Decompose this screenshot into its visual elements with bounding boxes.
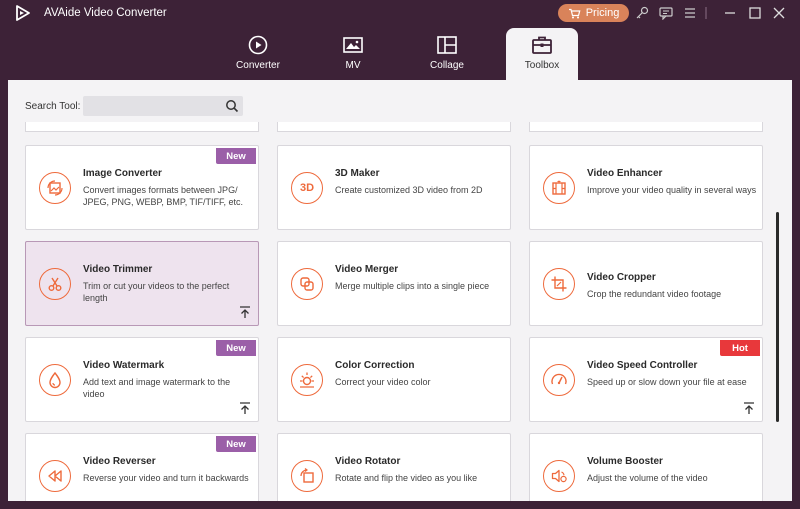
tool-description: Trim or cut your videos to the perfect l… xyxy=(83,281,230,303)
tool-title: Image Converter xyxy=(83,168,162,179)
tool-description: Crop the redundant video footage xyxy=(587,289,722,299)
tool-title: Video Speed Controller xyxy=(587,360,698,371)
tool-title: Video Merger xyxy=(335,264,399,275)
pin-to-top-icon[interactable] xyxy=(239,402,251,415)
rewind-icon xyxy=(39,459,71,492)
new-badge: New xyxy=(216,340,256,356)
crop-icon xyxy=(543,267,575,300)
search-input[interactable] xyxy=(83,96,243,116)
scrollbar[interactable] xyxy=(776,212,779,422)
tool-card-video-merger[interactable]: Video Merger Merge multiple clips into a… xyxy=(277,241,511,326)
tool-card-video-trimmer[interactable]: Video Trimmer Trim or cut your videos to… xyxy=(25,241,259,326)
tool-description: Improve your video quality in several wa… xyxy=(587,185,757,195)
tab-collage-label: Collage xyxy=(430,60,464,71)
tool-card-video-enhancer[interactable]: Video Enhancer Improve your video qualit… xyxy=(529,145,763,230)
close-icon[interactable] xyxy=(771,5,787,21)
pricing-button[interactable]: Pricing xyxy=(558,4,629,22)
tool-card-video-watermark[interactable]: Video Watermark Add text and image water… xyxy=(25,337,259,422)
tab-toolbox[interactable]: Toolbox xyxy=(506,28,578,80)
collage-icon xyxy=(437,36,457,54)
tool-title: Video Trimmer xyxy=(83,264,153,275)
toolbox-icon xyxy=(532,36,552,54)
tool-card-video-speed-controller[interactable]: Video Speed Controller Speed up or slow … xyxy=(529,337,763,422)
menu-icon[interactable] xyxy=(682,5,698,21)
cart-icon xyxy=(568,8,581,18)
partial-card xyxy=(25,122,259,132)
tool-card-video-cropper[interactable]: Video Cropper Crop the redundant video f… xyxy=(529,241,763,326)
tool-description: Add text and image watermark to the vide… xyxy=(83,377,231,399)
tool-description: Correct your video color xyxy=(335,377,431,387)
key-icon[interactable] xyxy=(634,5,650,21)
tab-collage[interactable]: Collage xyxy=(411,28,483,80)
tool-description: Reverse your video and turn it backwards xyxy=(83,473,249,483)
tool-description: Speed up or slow down your file at ease xyxy=(587,377,747,387)
tool-description: Rotate and flip the video as you like xyxy=(335,473,478,483)
tool-description: Merge multiple clips into a single piece xyxy=(335,281,490,291)
scissors-icon xyxy=(39,267,71,300)
tool-card-image-converter[interactable]: Image Converter Convert images formats b… xyxy=(25,145,259,230)
sun-icon xyxy=(291,363,323,396)
tool-card-video-reverser[interactable]: Video Reverser Reverse your video and tu… xyxy=(25,433,259,501)
tool-card-video-rotator[interactable]: Video Rotator Rotate and flip the video … xyxy=(277,433,511,501)
tab-converter-label: Converter xyxy=(236,60,280,71)
tab-converter[interactable]: Converter xyxy=(222,28,294,80)
title-bar: AVAide Video Converter Pricing xyxy=(0,0,800,26)
pin-to-top-icon[interactable] xyxy=(239,306,251,319)
tool-title: Video Cropper xyxy=(587,272,656,283)
pricing-label: Pricing xyxy=(585,7,620,19)
tool-description: Convert images formats between JPG/ JPEG… xyxy=(83,185,244,207)
app-title: AVAide Video Converter xyxy=(44,7,167,19)
tool-title: Color Correction xyxy=(335,360,415,371)
tab-mv[interactable]: MV xyxy=(317,28,389,80)
partial-card xyxy=(277,122,511,132)
search-icon[interactable] xyxy=(225,99,239,113)
rotate-icon xyxy=(291,459,323,492)
image-converter-icon xyxy=(39,171,71,204)
toolbox-panel: Search Tool: Image Converter Convert ima… xyxy=(8,80,792,501)
tool-title: Video Rotator xyxy=(335,456,401,467)
feedback-icon[interactable] xyxy=(658,5,674,21)
tool-title: 3D Maker xyxy=(335,168,380,179)
search-label: Search Tool: xyxy=(25,101,81,112)
pin-to-top-icon[interactable] xyxy=(743,402,755,415)
converter-icon xyxy=(248,35,268,55)
tool-title: Volume Booster xyxy=(587,456,663,467)
speedometer-icon xyxy=(543,363,575,396)
tool-card-3d-maker[interactable]: 3D 3D Maker Create customized 3D video f… xyxy=(277,145,511,230)
tool-title: Video Reverser xyxy=(83,456,156,467)
new-badge: New xyxy=(216,436,256,452)
tool-title: Video Watermark xyxy=(83,360,165,371)
tab-mv-label: MV xyxy=(345,60,361,71)
tool-description: Create customized 3D video from 2D xyxy=(335,185,483,195)
new-badge: New xyxy=(216,148,256,164)
separator-icon xyxy=(701,5,711,21)
app-logo-icon xyxy=(14,4,32,22)
tab-toolbox-label: Toolbox xyxy=(524,60,560,71)
3d-icon: 3D xyxy=(291,171,323,204)
tool-card-color-correction[interactable]: Color Correction Correct your video colo… xyxy=(277,337,511,422)
merge-icon xyxy=(291,267,323,300)
watermark-icon xyxy=(39,363,71,396)
tool-title: Video Enhancer xyxy=(587,168,663,179)
hot-badge: Hot xyxy=(720,340,760,356)
maximize-icon[interactable] xyxy=(747,5,763,21)
enhancer-icon xyxy=(543,171,575,204)
tool-card-volume-booster[interactable]: Volume Booster Adjust the volume of the … xyxy=(529,433,763,501)
tool-description: Adjust the volume of the video xyxy=(587,473,708,483)
volume-icon xyxy=(543,459,575,492)
mv-icon xyxy=(343,37,363,53)
minimize-icon[interactable] xyxy=(722,5,738,21)
partial-card xyxy=(529,122,763,132)
